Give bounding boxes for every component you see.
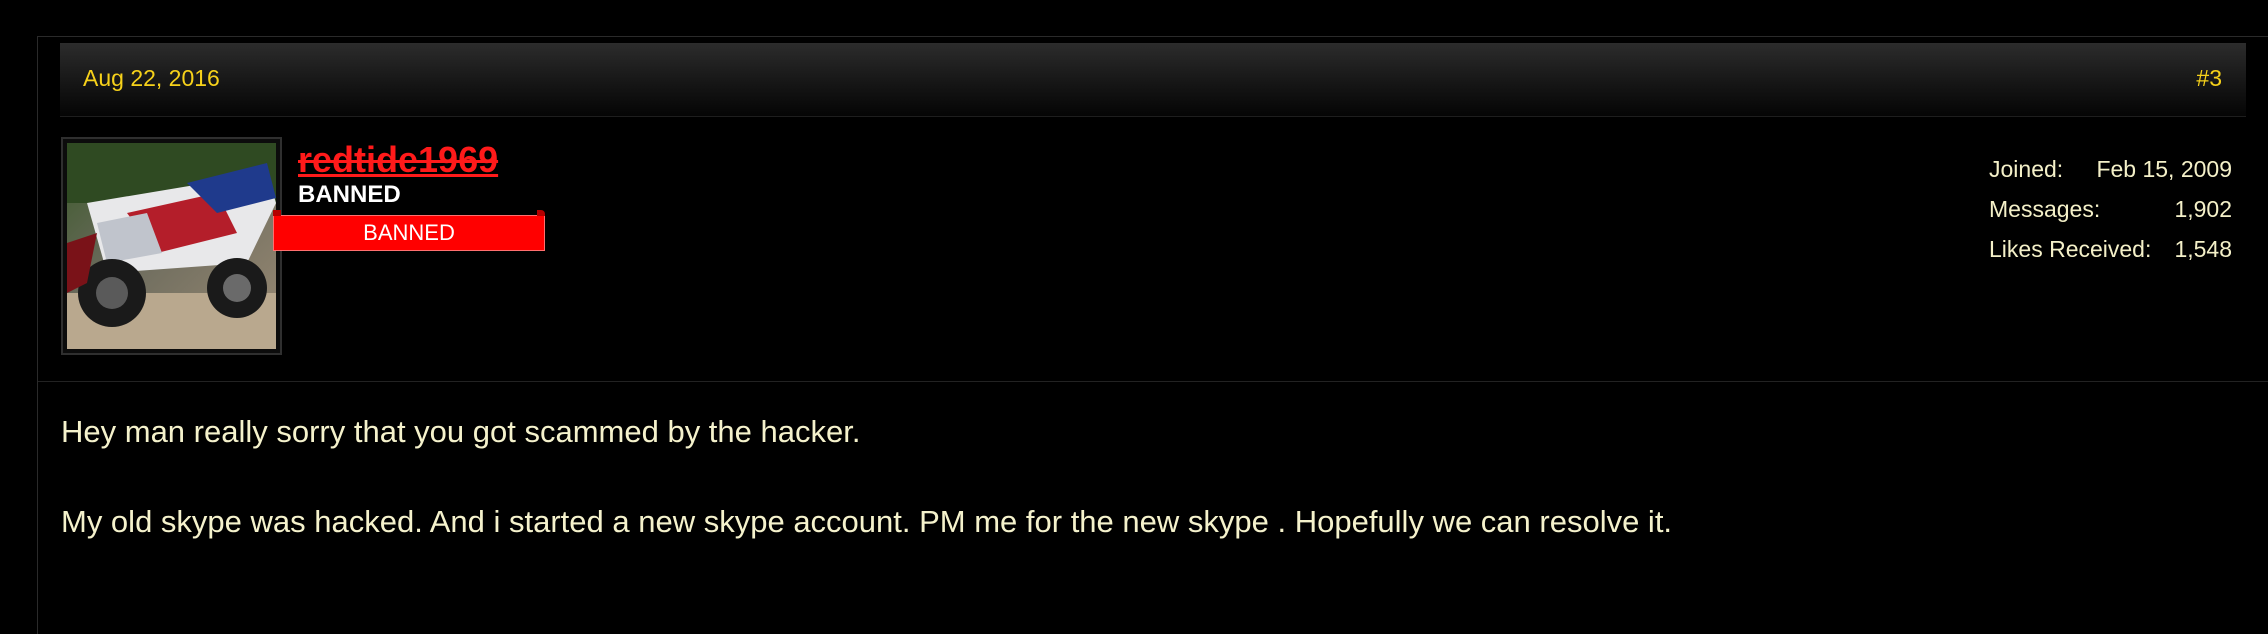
avatar[interactable] (61, 137, 282, 355)
banned-banner: BANNED (273, 210, 545, 251)
user-title: BANNED (298, 181, 401, 208)
forum-post: Aug 22, 2016 #3 redtide1969 BANNED BANNE… (37, 36, 2268, 634)
stat-likes: Likes Received: 1,548 (1989, 229, 2232, 269)
message-paragraph: My old skype was hacked. And i started a… (61, 504, 1673, 539)
stat-messages: Messages: 1,902 (1989, 189, 2232, 229)
message-paragraph: Hey man really sorry that you got scamme… (61, 414, 861, 449)
username-link[interactable]: redtide1969 (298, 140, 498, 180)
stat-label: Likes Received: (1989, 236, 2152, 262)
user-stats: Joined: Feb 15, 2009 Messages: 1,902 Lik… (1989, 149, 2232, 269)
message-body: Hey man really sorry that you got scamme… (61, 409, 1672, 589)
stat-label[interactable]: Messages: (1989, 189, 2100, 229)
stat-value[interactable]: 1,902 (2174, 189, 2232, 229)
post-date-link[interactable]: Aug 22, 2016 (83, 65, 220, 92)
stat-value: 1,548 (2174, 236, 2232, 262)
stat-value: Feb 15, 2009 (2096, 156, 2232, 182)
stat-label: Joined: (1989, 156, 2064, 182)
stat-joined: Joined: Feb 15, 2009 (1989, 149, 2232, 189)
post-header: Aug 22, 2016 #3 (60, 43, 2246, 117)
divider (38, 381, 2268, 382)
post-permalink[interactable]: #3 (2196, 65, 2222, 92)
motorcycle-avatar-icon (67, 143, 276, 349)
